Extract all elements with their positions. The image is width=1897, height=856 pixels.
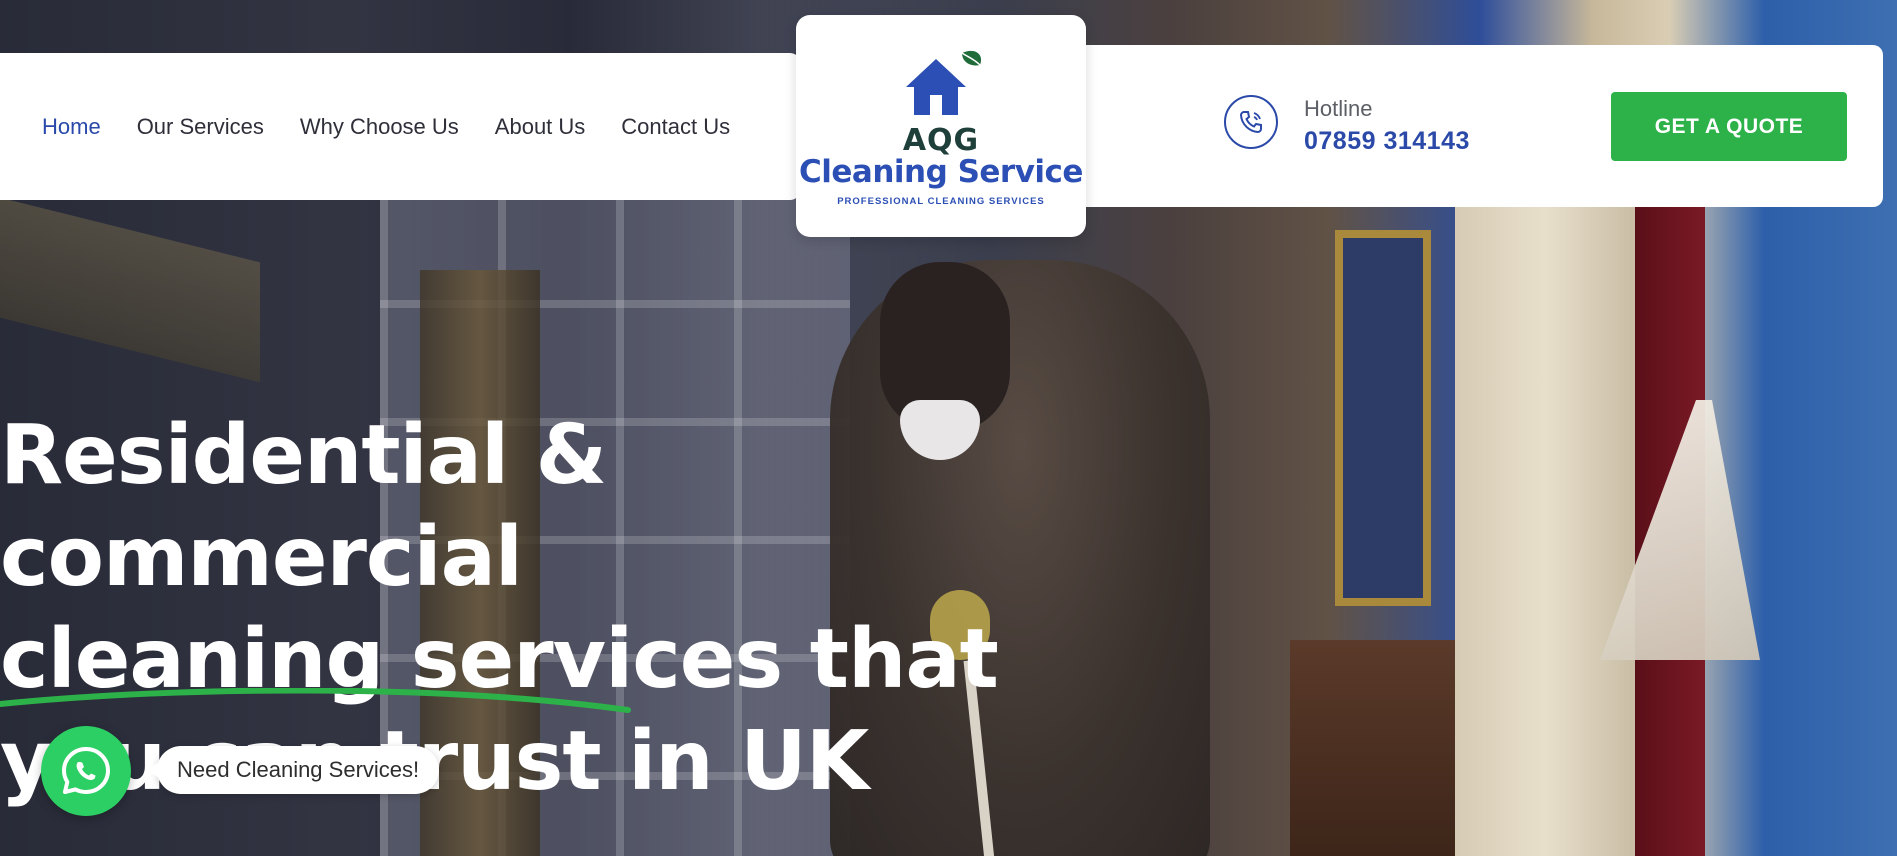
whatsapp-icon — [62, 747, 110, 794]
nav-item-why-choose-us[interactable]: Why Choose Us — [300, 114, 459, 140]
main-navigation: Home Our Services Why Choose Us About Us… — [0, 53, 800, 200]
hotline-number[interactable]: 07859 314143 — [1304, 127, 1470, 156]
nav-item-contact-us[interactable]: Contact Us — [621, 114, 730, 140]
whatsapp-message-bubble[interactable]: Need Cleaning Services! — [146, 746, 440, 794]
nav-item-our-services[interactable]: Our Services — [137, 114, 264, 140]
get-a-quote-button[interactable]: GET A QUOTE — [1611, 92, 1847, 161]
logo-tagline: PROFESSIONAL CLEANING SERVICES — [837, 196, 1045, 207]
phone-glyph — [1239, 111, 1262, 134]
phone-icon[interactable] — [1224, 95, 1278, 149]
hero-stair-rail — [0, 197, 260, 383]
hero-cabinet — [1290, 640, 1460, 856]
hero-door — [1455, 190, 1635, 856]
nav-item-about-us[interactable]: About Us — [495, 114, 586, 140]
header-contact-bar: Hotline 07859 314143 GET A QUOTE — [1082, 45, 1883, 207]
house-leaf-icon — [906, 50, 982, 115]
headline-underline-swoosh — [0, 688, 631, 713]
whatsapp-button[interactable] — [41, 726, 131, 816]
logo-name: Cleaning Service — [799, 154, 1083, 190]
logo-abbreviation: AQG — [902, 123, 980, 158]
headline-line-1: Residential & — [0, 408, 607, 503]
nav-item-home[interactable]: Home — [42, 114, 101, 140]
hero-picture-frame — [1335, 230, 1431, 606]
headline-line-2: commercial — [0, 510, 523, 605]
site-logo[interactable]: AQG Cleaning Service PROFESSIONAL CLEANI… — [796, 15, 1086, 237]
hotline-label: Hotline — [1304, 96, 1373, 121]
